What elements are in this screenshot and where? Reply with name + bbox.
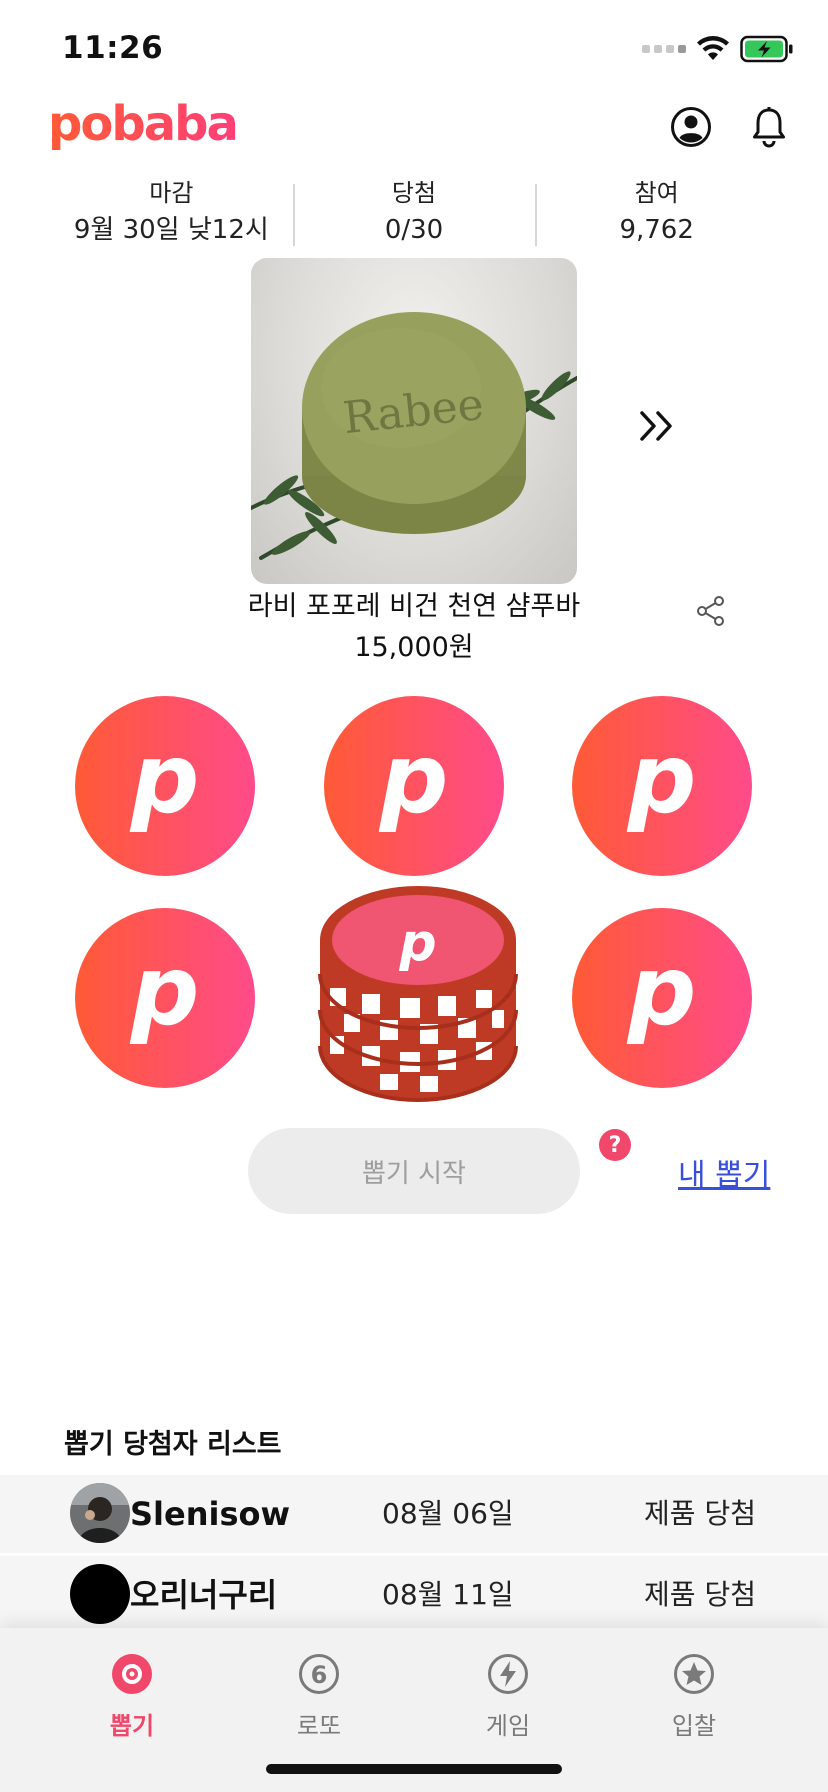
stat-participants: 참여 9,762: [535, 176, 778, 250]
draw-coin[interactable]: p: [572, 696, 752, 876]
draw-coin[interactable]: p: [75, 696, 255, 876]
stat-label: 참여: [634, 179, 679, 207]
winner-name: Slenisow: [130, 1495, 291, 1533]
tab-label: 뽑기: [109, 1712, 155, 1740]
stat-label: 당첨: [391, 179, 437, 207]
status-icons: [642, 34, 794, 64]
winner-result: 제품 당첨: [644, 1497, 756, 1530]
profile-icon: [671, 107, 711, 147]
product-image[interactable]: Rabee: [251, 258, 577, 584]
double-chevron-right-icon: [640, 411, 672, 441]
winners-title: 뽑기 당첨자 리스트: [64, 1429, 282, 1460]
draw-coin[interactable]: p: [572, 908, 752, 1088]
tab-bid[interactable]: 입찰: [634, 1652, 754, 1741]
my-draw-link[interactable]: 내 뽑기: [678, 1150, 770, 1194]
stat-value: 9월 30일 낮12시: [73, 215, 269, 245]
tab-lotto[interactable]: 6 로또: [259, 1652, 379, 1741]
winner-row[interactable]: Slenisow 08월 06일 제품 당첨: [0, 1475, 828, 1553]
tab-game[interactable]: 게임: [448, 1652, 568, 1741]
start-draw-button[interactable]: 뽑기 시작: [248, 1128, 580, 1214]
stat-label: 마감: [149, 179, 194, 207]
tab-label: 로또: [296, 1712, 342, 1740]
draw-coin[interactable]: p: [324, 696, 504, 876]
notifications-button[interactable]: [746, 104, 792, 150]
chip-stack-graphic: p: [318, 886, 518, 1102]
avatar: [70, 1564, 130, 1624]
status-bar: 11:26: [0, 0, 828, 90]
bid-icon: [672, 1652, 716, 1696]
wifi-icon: [697, 36, 729, 60]
chip-stack[interactable]: p: [318, 884, 518, 1104]
stat-value: 9,762: [619, 215, 694, 245]
winner-result: 제품 당첨: [644, 1578, 756, 1611]
avatar: [70, 1483, 130, 1543]
stat-winners: 당첨 0/30: [292, 176, 536, 250]
winner-date: 08월 11일: [382, 1578, 514, 1611]
status-time: 11:26: [62, 30, 164, 66]
coin-letter: p: [379, 723, 449, 835]
bell-icon: [753, 107, 785, 148]
tab-draw[interactable]: 뽑기: [72, 1652, 192, 1741]
stat-deadline: 마감 9월 30일 낮12시: [50, 176, 293, 250]
winner-row[interactable]: 오리너구리 08월 11일 제품 당첨: [0, 1556, 828, 1634]
product-price: 15,000원: [354, 632, 474, 663]
product-photo: Rabee: [251, 312, 577, 560]
cellular-signal-icon: [642, 45, 686, 53]
svg-text:6: 6: [311, 1661, 328, 1689]
coin-letter: p: [130, 723, 200, 835]
winner-date: 08월 06일: [382, 1497, 514, 1530]
tab-label: 게임: [485, 1712, 531, 1740]
share-button[interactable]: [692, 592, 730, 630]
coin-letter: p: [627, 723, 697, 835]
next-product-button[interactable]: [632, 400, 684, 452]
tab-label: 입찰: [671, 1712, 717, 1740]
coin-letter: p: [130, 935, 200, 1047]
home-indicator: [266, 1764, 562, 1774]
game-icon: [486, 1652, 530, 1696]
lotto-icon: 6: [297, 1652, 341, 1696]
help-icon[interactable]: ?: [599, 1129, 631, 1161]
brand-logo[interactable]: pobaba: [48, 96, 239, 152]
battery-charging-icon: [740, 35, 793, 63]
coin-letter: p: [627, 935, 697, 1047]
share-icon: [697, 596, 724, 626]
profile-button[interactable]: [668, 104, 714, 150]
draw-stats: 마감 9월 30일 낮12시 당첨 0/30 참여 9,762: [50, 176, 778, 250]
draw-coin[interactable]: p: [75, 908, 255, 1088]
winner-name: 오리너구리: [130, 1576, 278, 1614]
app-header: pobaba: [0, 96, 828, 168]
draw-icon: [110, 1652, 154, 1696]
chip-letter: p: [398, 913, 436, 973]
stat-value: 0/30: [384, 215, 444, 245]
